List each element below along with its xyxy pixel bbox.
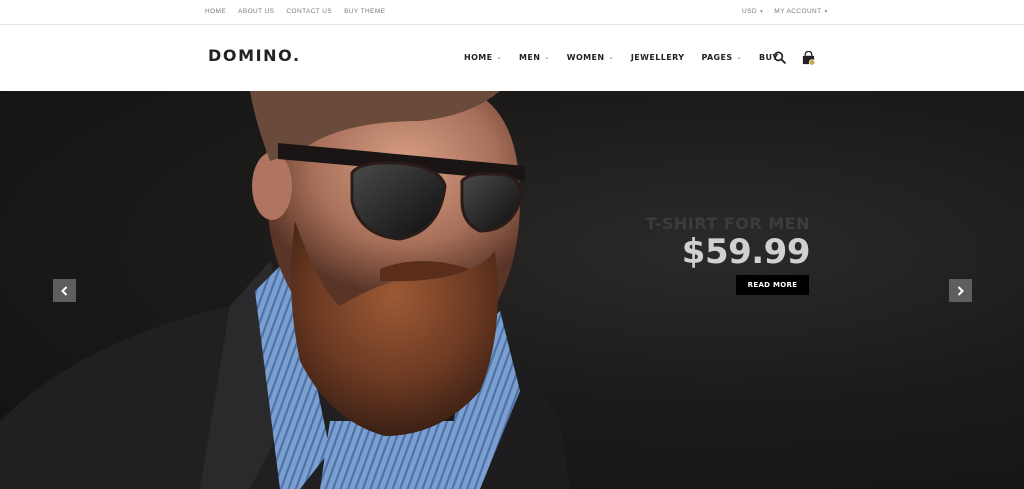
- nav-item-pages[interactable]: PAGES ⌄: [701, 53, 742, 62]
- account-menu[interactable]: MY ACCOUNT ▼: [774, 8, 829, 15]
- slider-prev-button[interactable]: [53, 279, 76, 302]
- nav-item-jewellery[interactable]: JEWELLERY: [631, 53, 685, 62]
- nav-item-home[interactable]: HOME ⌄: [464, 53, 502, 62]
- top-links: HOME ABOUT US CONTACT US BUY THEME: [205, 8, 385, 15]
- slider-next-button[interactable]: [949, 279, 972, 302]
- nav-label: PAGES: [701, 53, 733, 62]
- site-logo[interactable]: DOMINO.: [208, 46, 301, 65]
- currency-label: USD: [742, 8, 757, 15]
- chevron-right-icon: [957, 285, 964, 296]
- nav-label: MEN: [518, 53, 541, 62]
- hero-slider: T-SHIRT FOR MEN $59.99 READ MORE: [0, 91, 1024, 489]
- site-header: DOMINO. HOME ⌄ MEN ⌄ WOMEN ⌄ JEWELLERY P…: [0, 26, 1024, 91]
- top-utilities: USD ▼ MY ACCOUNT ▼: [742, 8, 829, 15]
- slide-subtitle: T-SHIRT FOR MEN: [645, 214, 810, 233]
- slide-price: $59.99: [681, 232, 811, 272]
- nav-label: WOMEN: [566, 53, 605, 62]
- top-link-home[interactable]: HOME: [205, 8, 226, 15]
- chevron-down-icon: ▼: [758, 8, 765, 15]
- chevron-down-icon: ⌄: [496, 54, 502, 61]
- top-bar: HOME ABOUT US CONTACT US BUY THEME USD ▼…: [0, 0, 1024, 25]
- account-label: MY ACCOUNT: [774, 8, 822, 15]
- nav-label: JEWELLERY: [630, 53, 685, 62]
- read-more-button[interactable]: READ MORE: [736, 275, 809, 295]
- slide-caption: T-SHIRT FOR MEN $59.99: [640, 214, 811, 272]
- top-link-contact-us[interactable]: CONTACT US: [286, 8, 332, 15]
- nav-item-women[interactable]: WOMEN ⌄: [567, 53, 614, 62]
- nav-item-men[interactable]: MEN ⌄: [519, 53, 550, 62]
- chevron-down-icon: ▼: [823, 8, 829, 15]
- top-link-about-us[interactable]: ABOUT US: [238, 8, 274, 15]
- top-link-buy-theme[interactable]: BUY THEME: [344, 8, 385, 15]
- search-icon[interactable]: [773, 51, 786, 64]
- nav-label: HOME: [464, 53, 493, 62]
- shopping-bag-icon[interactable]: [801, 51, 816, 66]
- chevron-down-icon: ⌄: [544, 54, 550, 61]
- hero-image: [0, 91, 570, 489]
- chevron-down-icon: ⌄: [608, 54, 614, 61]
- currency-selector[interactable]: USD ▼: [742, 8, 764, 15]
- main-nav: HOME ⌄ MEN ⌄ WOMEN ⌄ JEWELLERY PAGES ⌄ B…: [464, 53, 796, 62]
- chevron-down-icon: ⌄: [736, 54, 742, 61]
- chevron-left-icon: [61, 285, 68, 296]
